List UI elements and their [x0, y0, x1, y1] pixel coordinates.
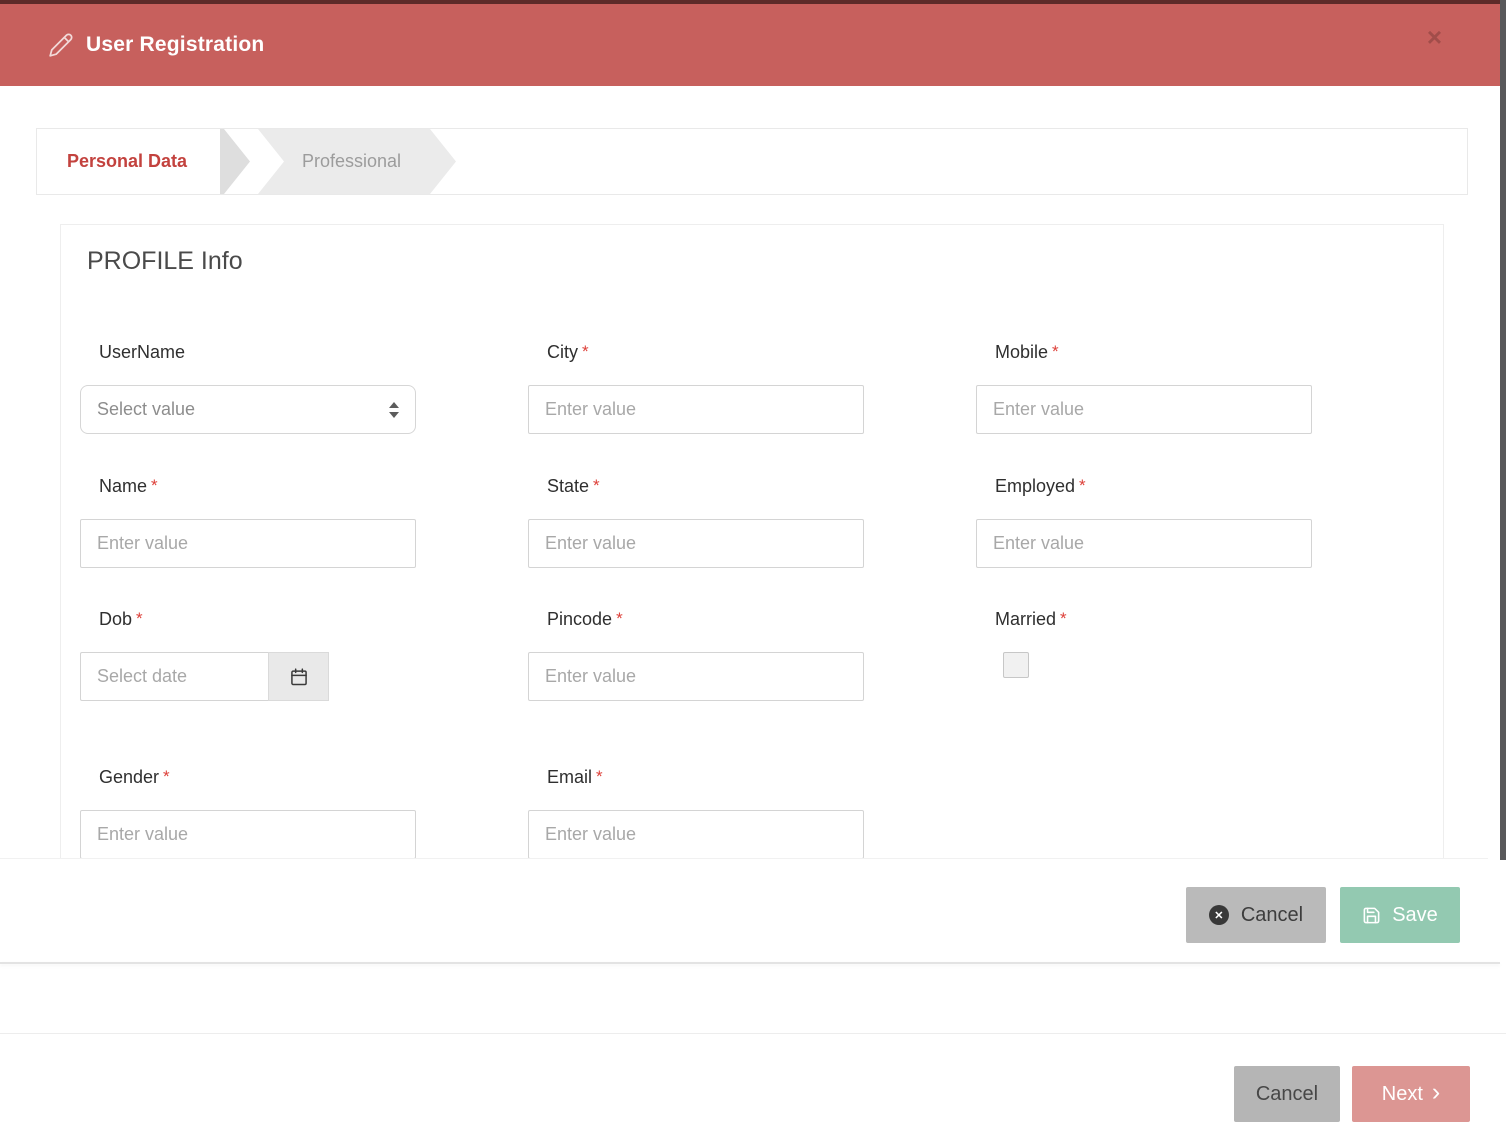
wizard-tabbar: Personal Data Professional [36, 128, 1468, 195]
tab-professional[interactable]: Professional [258, 129, 456, 194]
cancel-button[interactable]: ✕ Cancel [1186, 887, 1326, 943]
field-pincode: Pincode* [528, 609, 864, 701]
field-employed: Employed* [976, 476, 1312, 568]
field-gender: Gender* [80, 767, 416, 859]
required-asterisk: * [151, 476, 158, 495]
field-mobile: Mobile* [976, 342, 1312, 434]
email-label: Email* [547, 767, 864, 788]
name-input[interactable] [80, 519, 416, 568]
username-select[interactable]: Select value [80, 385, 416, 434]
gender-label: Gender* [99, 767, 416, 788]
married-label: Married* [995, 609, 1312, 630]
name-label: Name* [99, 476, 416, 497]
dob-label: Dob* [99, 609, 416, 630]
modal-footer: ✕ Cancel Save [0, 858, 1488, 962]
pencil-icon [48, 32, 74, 58]
field-email: Email* [528, 767, 864, 859]
select-arrows-icon [389, 402, 399, 418]
username-label: UserName [99, 342, 416, 363]
username-select-value: Select value [97, 399, 389, 420]
profile-info-panel: PROFILE Info UserName Select value City* [60, 224, 1444, 862]
save-button[interactable]: Save [1340, 887, 1460, 943]
page-footer: Cancel Next › [0, 1034, 1506, 1131]
field-city: City* [528, 342, 864, 434]
employed-input[interactable] [976, 519, 1312, 568]
circle-x-icon: ✕ [1209, 905, 1229, 925]
footer-cancel-button[interactable]: Cancel [1234, 1066, 1340, 1122]
field-dob: Dob* [80, 609, 416, 701]
pincode-input[interactable] [528, 652, 864, 701]
pincode-label: Pincode* [547, 609, 864, 630]
married-checkbox[interactable] [1003, 652, 1029, 678]
mobile-input[interactable] [976, 385, 1312, 434]
required-asterisk: * [582, 342, 589, 361]
tab-personal-data[interactable]: Personal Data [37, 129, 219, 194]
mobile-label: Mobile* [995, 342, 1312, 363]
required-asterisk: * [1079, 476, 1086, 495]
dob-date-group [80, 652, 329, 701]
page: User Registration × Personal Data Profes… [0, 0, 1506, 1131]
required-asterisk: * [163, 767, 170, 786]
field-name: Name* [80, 476, 416, 568]
required-asterisk: * [596, 767, 603, 786]
field-username: UserName Select value [80, 342, 416, 434]
state-label: State* [547, 476, 864, 497]
required-asterisk: * [593, 476, 600, 495]
state-input[interactable] [528, 519, 864, 568]
panel-title: PROFILE Info [87, 247, 243, 276]
field-state: State* [528, 476, 864, 568]
calendar-icon [289, 667, 309, 687]
user-registration-modal: User Registration × Personal Data Profes… [0, 4, 1500, 962]
required-asterisk: * [1060, 609, 1067, 628]
dob-calendar-button[interactable] [268, 652, 329, 701]
modal-bottom-divider [0, 962, 1500, 964]
modal-header: User Registration × [0, 4, 1500, 86]
modal-title: User Registration [86, 33, 264, 57]
dob-input[interactable] [80, 652, 268, 701]
employed-label: Employed* [995, 476, 1312, 497]
required-asterisk: * [136, 609, 143, 628]
field-married: Married* [976, 609, 1312, 678]
required-asterisk: * [1052, 342, 1059, 361]
gender-input[interactable] [80, 810, 416, 859]
city-input[interactable] [528, 385, 864, 434]
required-asterisk: * [616, 609, 623, 628]
backdrop-right-strip [1500, 0, 1506, 860]
tab-separator-chevron [220, 129, 250, 194]
footer-next-button[interactable]: Next › [1352, 1066, 1470, 1122]
email-input[interactable] [528, 810, 864, 859]
city-label: City* [547, 342, 864, 363]
save-floppy-icon [1362, 906, 1381, 925]
close-icon[interactable]: × [1427, 24, 1442, 50]
